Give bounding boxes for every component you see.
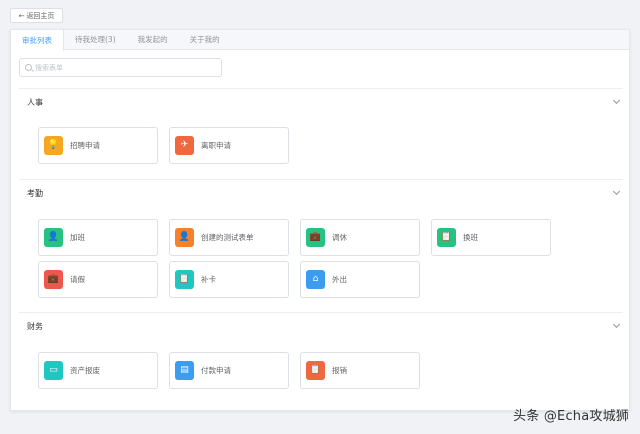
tab-approval-list[interactable]: 审批列表 bbox=[11, 30, 64, 51]
group-header[interactable]: 考勤 bbox=[19, 179, 623, 206]
form-card[interactable]: ✈ 离职申请 bbox=[169, 127, 289, 164]
arrow-left-icon: ← bbox=[19, 12, 25, 20]
form-card[interactable]: 💡 招聘申请 bbox=[38, 127, 158, 164]
form-card-label: 报销 bbox=[332, 365, 347, 376]
form-card-label: 招聘申请 bbox=[70, 140, 100, 151]
group-title: 考勤 bbox=[27, 188, 43, 199]
group-hr: 人事 💡 招聘申请 ✈ 离职申请 bbox=[19, 88, 623, 179]
monitor-icon: ▭ bbox=[44, 361, 63, 380]
tab-related[interactable]: 关于我的 bbox=[179, 30, 231, 49]
form-card[interactable]: ▭ 资产报废 bbox=[38, 352, 158, 389]
tab-bar: 审批列表 待我处理(3) 我发起的 关于我的 bbox=[11, 30, 629, 50]
form-card-label: 离职申请 bbox=[201, 140, 231, 151]
group-title: 人事 bbox=[27, 97, 43, 108]
user-icon: 👤 bbox=[175, 228, 194, 247]
form-card-label: 资产报废 bbox=[70, 365, 100, 376]
search-box[interactable] bbox=[19, 58, 222, 77]
form-card[interactable]: 💼 调休 bbox=[300, 219, 420, 256]
form-card-label: 付款申请 bbox=[201, 365, 231, 376]
briefcase-icon: 💼 bbox=[44, 270, 63, 289]
form-card[interactable]: 💼 请假 bbox=[38, 261, 158, 298]
clipboard-icon: 📋 bbox=[437, 228, 456, 247]
form-card[interactable]: 👤 创建的测试表单 bbox=[169, 219, 289, 256]
chevron-down-icon[interactable] bbox=[613, 188, 620, 195]
back-button-label: 返回主页 bbox=[26, 11, 54, 21]
group-title: 财务 bbox=[27, 321, 43, 332]
send-icon: ✈ bbox=[175, 136, 194, 155]
document-icon: ▤ bbox=[175, 361, 194, 380]
chevron-down-icon[interactable] bbox=[613, 97, 620, 104]
lightbulb-icon: 💡 bbox=[44, 136, 63, 155]
back-to-home-button[interactable]: ← 返回主页 bbox=[10, 8, 63, 23]
group-header[interactable]: 财务 bbox=[19, 312, 623, 339]
group-header[interactable]: 人事 bbox=[19, 88, 623, 115]
form-card[interactable]: ⌂ 外出 bbox=[300, 261, 420, 298]
form-card[interactable]: ▤ 付款申请 bbox=[169, 352, 289, 389]
form-card-label: 加班 bbox=[70, 232, 85, 243]
group-finance: 财务 ▭ 资产报废 ▤ 付款申请 📋 报销 bbox=[19, 312, 623, 403]
form-card[interactable]: 📋 换班 bbox=[431, 219, 551, 256]
home-icon: ⌂ bbox=[306, 270, 325, 289]
approval-panel: 审批列表 待我处理(3) 我发起的 关于我的 人事 💡 招聘申请 ✈ 离职申请 … bbox=[10, 29, 630, 411]
form-card-label: 补卡 bbox=[201, 274, 216, 285]
form-card-label: 请假 bbox=[70, 274, 85, 285]
bag-icon: 💼 bbox=[306, 228, 325, 247]
form-card-label: 外出 bbox=[332, 274, 347, 285]
clipboard-icon: 📋 bbox=[175, 270, 194, 289]
search-input[interactable] bbox=[35, 64, 205, 72]
form-card-label: 换班 bbox=[463, 232, 478, 243]
clipboard-icon: 📋 bbox=[306, 361, 325, 380]
form-card[interactable]: 📋 补卡 bbox=[169, 261, 289, 298]
user-icon: 👤 bbox=[44, 228, 63, 247]
form-card-label: 创建的测试表单 bbox=[201, 232, 254, 243]
search-icon bbox=[25, 64, 32, 71]
tab-pending[interactable]: 待我处理(3) bbox=[64, 30, 127, 49]
form-card-label: 调休 bbox=[332, 232, 347, 243]
form-card[interactable]: 👤 加班 bbox=[38, 219, 158, 256]
group-attendance: 考勤 👤 加班 👤 创建的测试表单 💼 调休 📋 换班 💼 请假 bbox=[19, 179, 623, 312]
watermark: 头条 @Echa攻城狮 bbox=[513, 405, 629, 424]
form-card[interactable]: 📋 报销 bbox=[300, 352, 420, 389]
chevron-down-icon[interactable] bbox=[613, 321, 620, 328]
tab-initiated[interactable]: 我发起的 bbox=[127, 30, 179, 49]
